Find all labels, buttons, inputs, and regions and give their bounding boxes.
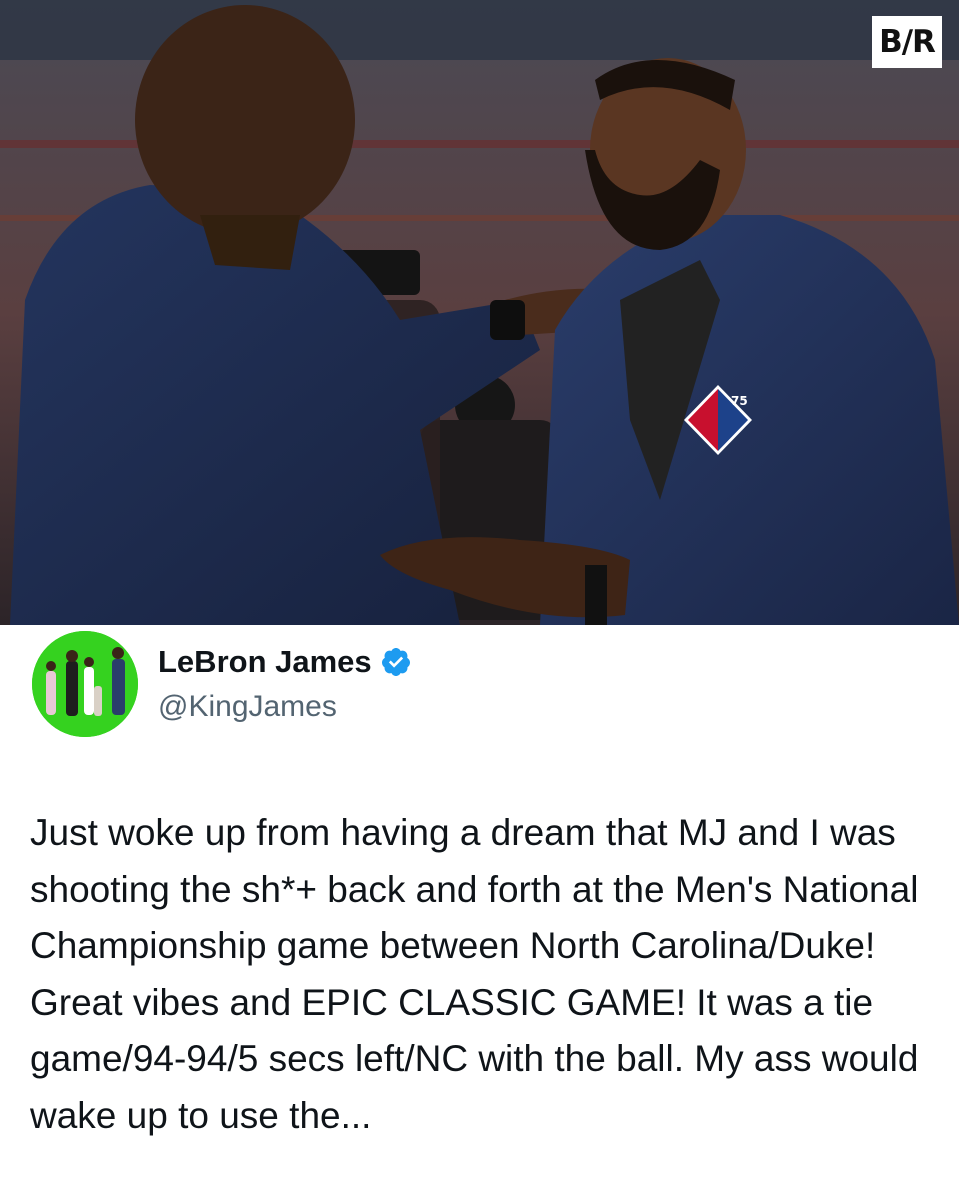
arena-photo-illustration: 75	[0, 0, 959, 625]
svg-text:75: 75	[731, 394, 748, 408]
bleacher-report-logo: B/R	[872, 16, 942, 68]
tweet-photo[interactable]: 75 B/R	[0, 0, 959, 625]
profile-avatar[interactable]	[32, 631, 138, 737]
tweet-text: Just woke up from having a dream that MJ…	[30, 812, 919, 1136]
display-name-text[interactable]: LeBron James	[158, 644, 372, 680]
tweet-author: LeBron James @KingJames	[24, 628, 934, 748]
verified-badge-icon	[381, 648, 410, 676]
avatar-illustration	[32, 631, 138, 737]
display-name[interactable]: LeBron James	[158, 644, 412, 680]
user-handle[interactable]: @KingJames	[158, 690, 337, 724]
